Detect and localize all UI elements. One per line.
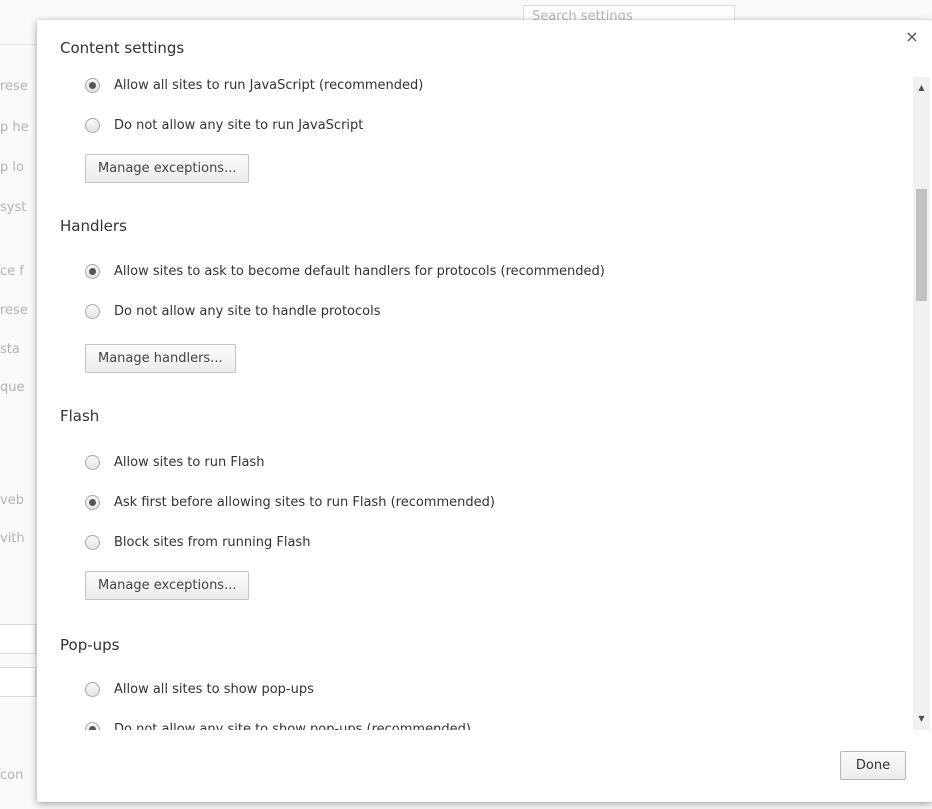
radio-label: Do not allow any site to handle protocol…: [114, 303, 381, 319]
radio-option-allow-popups[interactable]: Allow all sites to show pop-ups: [85, 678, 314, 700]
radio-label: Allow sites to ask to become default han…: [114, 263, 605, 279]
background-text-fragment: que: [0, 380, 25, 395]
radio-checked-icon[interactable]: [85, 77, 100, 93]
radio-label: Do not allow any site to run JavaScript: [114, 117, 364, 133]
manage-javascript-exceptions-button[interactable]: Manage exceptions...: [85, 154, 250, 183]
radio-unchecked-icon[interactable]: [85, 681, 100, 697]
radio-option-allow-flash[interactable]: Allow sites to run Flash: [85, 451, 264, 473]
scroll-down-icon[interactable]: ▼: [913, 710, 930, 727]
radio-option-block-popups[interactable]: Do not allow any site to show pop-ups (r…: [85, 718, 471, 730]
radio-option-ask-flash[interactable]: Ask first before allowing sites to run F…: [85, 491, 495, 513]
section-title-flash: Flash: [60, 407, 100, 425]
radio-label: Allow all sites to run JavaScript (recom…: [114, 77, 424, 93]
radio-option-block-flash[interactable]: Block sites from running Flash: [85, 531, 310, 553]
background-text-fragment: ce f: [0, 264, 24, 279]
background-divider: [0, 44, 36, 45]
radio-option-block-javascript[interactable]: Do not allow any site to run JavaScript: [85, 114, 363, 136]
background-text-fragment: veb: [0, 493, 24, 508]
done-button[interactable]: Done: [840, 751, 906, 780]
radio-unchecked-icon[interactable]: [85, 117, 100, 133]
radio-label: Ask first before allowing sites to run F…: [114, 494, 495, 510]
background-field: [0, 624, 36, 654]
background-text-fragment: sta: [0, 342, 20, 357]
background-text-fragment: vith: [0, 531, 25, 546]
radio-label: Allow sites to run Flash: [114, 454, 265, 470]
section-title-popups: Pop-ups: [60, 636, 120, 654]
scroll-up-icon[interactable]: ▲: [913, 79, 930, 96]
scrollbar-thumb[interactable]: [916, 189, 927, 301]
radio-option-allow-javascript[interactable]: Allow all sites to run JavaScript (recom…: [85, 74, 423, 96]
background-text-fragment: p he: [0, 120, 29, 135]
radio-checked-icon[interactable]: [85, 721, 100, 730]
vertical-scrollbar[interactable]: ▲ ▼: [913, 77, 930, 730]
background-text-fragment: p lo: [0, 160, 24, 175]
background-text-fragment: rese: [0, 79, 28, 94]
radio-option-allow-handlers[interactable]: Allow sites to ask to become default han…: [85, 260, 605, 282]
background-text-fragment: rese: [0, 303, 28, 318]
close-icon[interactable]: ×: [902, 27, 922, 47]
radio-unchecked-icon[interactable]: [85, 534, 100, 550]
settings-scroll-area[interactable]: Allow all sites to run JavaScript (recom…: [37, 70, 913, 730]
radio-unchecked-icon[interactable]: [85, 454, 100, 470]
radio-label: Do not allow any site to show pop-ups (r…: [114, 721, 471, 731]
background-field: [0, 667, 36, 697]
radio-checked-icon[interactable]: [85, 263, 100, 279]
radio-label: Allow all sites to show pop-ups: [114, 681, 314, 697]
radio-label: Block sites from running Flash: [114, 534, 311, 550]
section-title-handlers: Handlers: [60, 217, 127, 235]
background-text-fragment: con: [0, 768, 24, 783]
manage-handlers-button[interactable]: Manage handlers...: [85, 344, 236, 373]
radio-checked-icon[interactable]: [85, 494, 100, 510]
radio-unchecked-icon[interactable]: [85, 303, 100, 319]
dialog-title: Content settings: [60, 39, 185, 57]
radio-option-block-handlers[interactable]: Do not allow any site to handle protocol…: [85, 300, 381, 322]
background-text-fragment: syst: [0, 200, 27, 215]
content-settings-dialog: Content settings × Allow all sites to ru…: [37, 20, 932, 802]
manage-flash-exceptions-button[interactable]: Manage exceptions...: [85, 571, 250, 600]
